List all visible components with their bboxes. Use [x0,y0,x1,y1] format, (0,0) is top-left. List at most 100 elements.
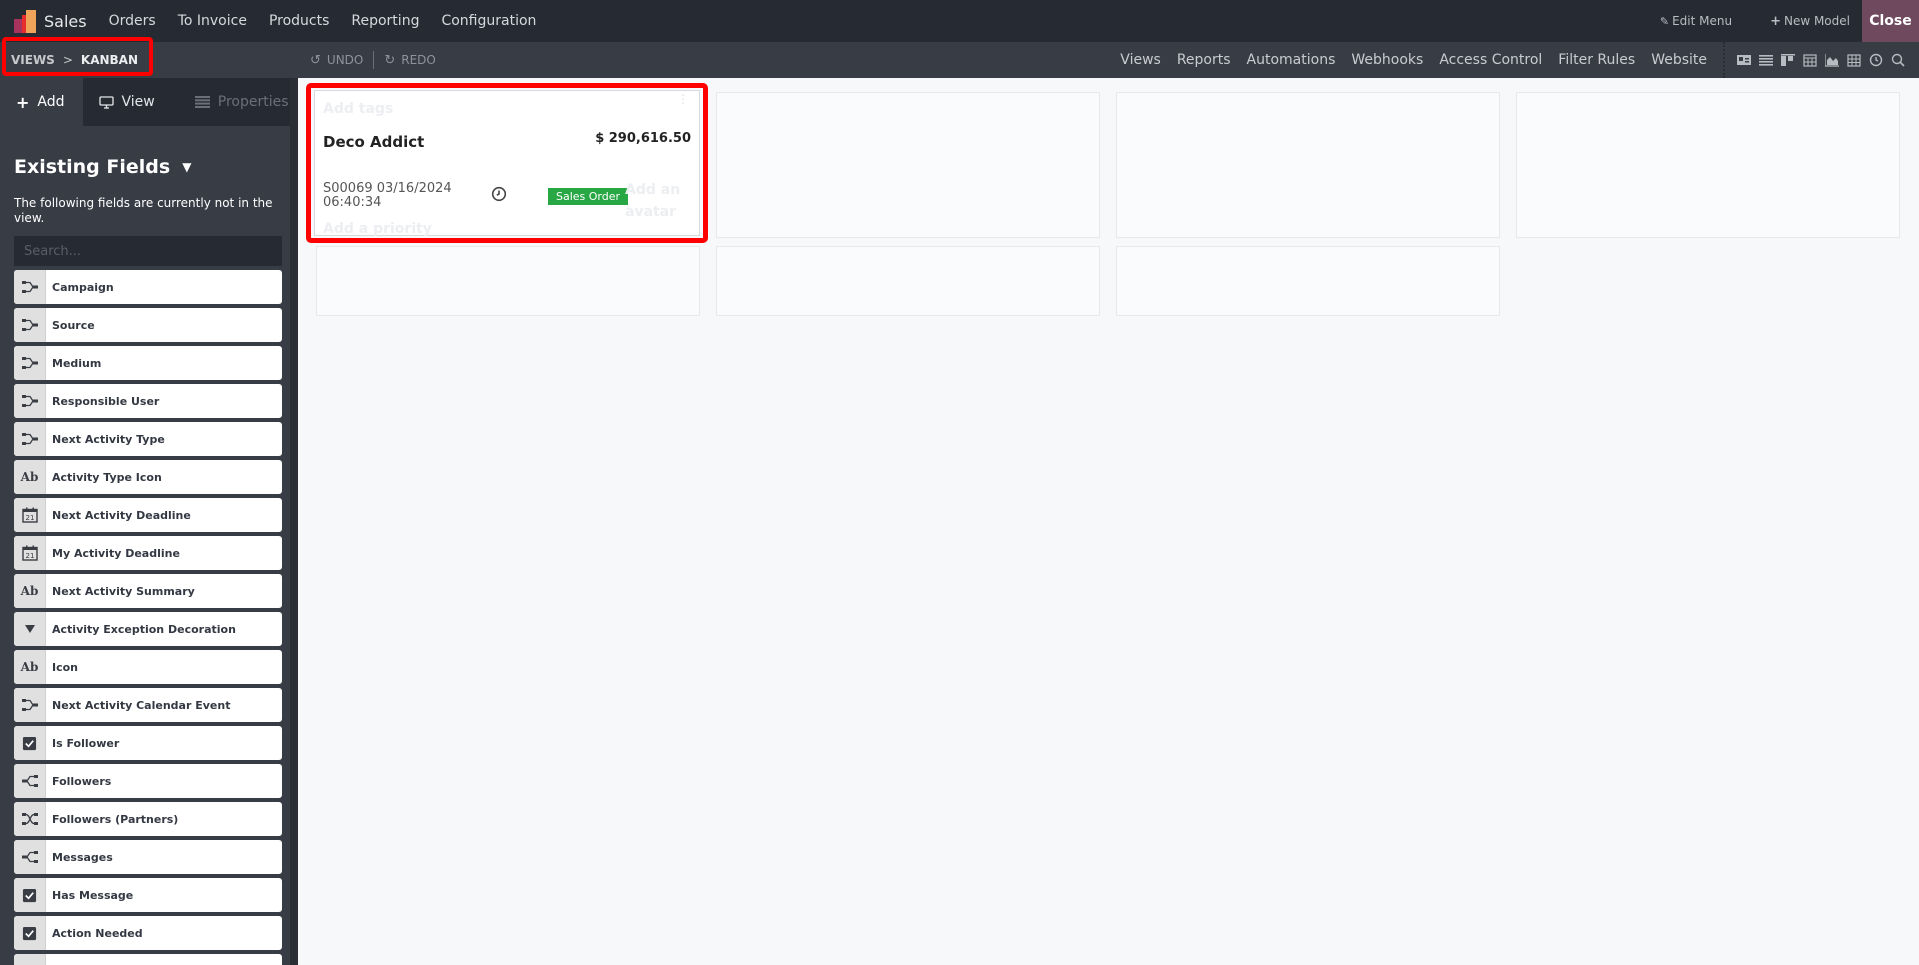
pivot-view-icon[interactable] [1843,50,1865,70]
existing-fields-toggle[interactable]: Existing Fields ▼ [14,156,191,178]
checkbox-icon [14,916,46,950]
field-label: Icon [52,660,79,674]
pencil-icon: ✎ [1659,14,1670,28]
tags-placeholder[interactable]: Add tags [323,101,393,117]
tab-view-label: View [121,94,155,110]
field-label: Has Message [52,888,134,902]
app-brand[interactable]: Sales [0,0,109,42]
link-webhooks[interactable]: Webhooks [1351,52,1423,68]
tab-add[interactable]: + Add [0,78,83,126]
field-label: Is Follower [52,736,120,750]
breadcrumb: VIEWS > KANBAN [0,42,300,78]
top-right-actions: ✎ Edit Menu + New Model Close [1660,0,1919,42]
menu-reporting[interactable]: Reporting [351,13,419,29]
field-item[interactable]: Campaign [14,270,282,304]
field-item[interactable]: Activity Exception Decoration [14,612,282,646]
new-model-label: New Model [1783,14,1850,28]
field-label: Next Activity Deadline [52,508,191,522]
section-description: The following fields are currently not i… [14,196,273,225]
field-search-input[interactable] [14,236,282,266]
field-item[interactable]: Messages [14,840,282,874]
tab-properties[interactable]: Properties [173,78,298,126]
checkbox-icon [14,726,46,760]
kanban-view-icon[interactable] [1777,50,1799,70]
search-view-icon[interactable] [1887,50,1909,70]
field-item[interactable]: Source [14,308,282,342]
field-item[interactable]: Next Activity Calendar Event [14,688,282,722]
field-item[interactable]: Ab Icon [14,650,282,684]
menu-products[interactable]: Products [269,13,329,29]
field-item[interactable]: Followers (Partners) [14,802,282,836]
tab-view[interactable]: View [83,78,173,126]
activity-view-icon[interactable] [1865,50,1887,70]
kanban-card-placeholder [716,246,1100,316]
undo-label: UNDO [326,53,364,67]
text-field-icon: Ab [14,460,46,494]
field-label: Next Activity Summary [52,584,195,598]
form-view-icon[interactable] [1733,50,1755,70]
field-label: Messages [52,850,113,864]
studio-toolbar: VIEWS > KANBAN ↺ UNDO ↻ REDO Views Repor… [0,42,1919,78]
field-item[interactable]: Ab Activity Type Icon [14,460,282,494]
text-field-icon: Ab [14,574,46,608]
field-label: Next Activity Calendar Event [52,698,231,712]
menu-to-invoice[interactable]: To Invoice [178,13,247,29]
menu-orders[interactable]: Orders [109,13,156,29]
field-item[interactable]: Followers [14,764,282,798]
sidebar-scrollbar[interactable] [290,78,298,965]
kanban-card-placeholder [1116,246,1500,316]
field-item[interactable]: Medium [14,346,282,380]
redo-button[interactable]: ↻ REDO [384,53,436,68]
breadcrumb-views[interactable]: VIEWS [11,53,55,67]
list-view-icon[interactable] [1755,50,1777,70]
new-model-button[interactable]: + New Model [1770,14,1850,29]
tab-add-label: Add [37,94,65,110]
sales-app-icon [14,9,36,33]
selection-icon [14,612,46,646]
checkbox-icon [14,878,46,912]
field-item[interactable]: 21 My Activity Deadline [14,536,282,570]
calendar-view-icon[interactable] [1799,50,1821,70]
edit-menu-button[interactable]: ✎ Edit Menu [1660,14,1732,28]
one2many-icon [14,840,46,874]
field-label: Source [52,318,95,332]
properties-icon [194,96,210,108]
link-automations[interactable]: Automations [1247,52,1336,68]
field-item[interactable]: Next Activity Type [14,422,282,456]
one2many-icon [14,764,46,798]
field-item[interactable]: Is Follower [14,726,282,760]
card-menu-icon[interactable]: ⋮ [677,93,689,105]
many2many-icon [14,802,46,836]
field-item[interactable]: Has Message [14,878,282,912]
clock-icon[interactable] [491,186,507,202]
kanban-card-placeholder [1516,92,1900,238]
avatar-placeholder[interactable]: Add an avatar [625,179,681,223]
graph-view-icon[interactable] [1821,50,1843,70]
plus-icon: + [16,92,30,112]
undo-button[interactable]: ↺ UNDO [310,53,363,68]
field-item[interactable]: Responsible User [14,384,282,418]
many2one-icon [14,688,46,722]
section-title: Existing Fields [14,156,171,178]
field-label: Medium [52,356,102,370]
field-item[interactable]: 21 Next Activity Deadline [14,498,282,532]
plus-icon: + [1770,13,1781,29]
close-button[interactable]: Close [1862,0,1919,42]
link-filter-rules[interactable]: Filter Rules [1558,52,1635,68]
undo-redo-group: ↺ UNDO ↻ REDO [310,42,436,78]
link-website[interactable]: Website [1651,52,1707,68]
many2one-icon [14,308,46,342]
link-access-control[interactable]: Access Control [1439,52,1542,68]
priority-placeholder[interactable]: Add a priority [323,221,432,237]
field-item-partial[interactable] [14,954,282,965]
link-reports[interactable]: Reports [1177,52,1231,68]
many2one-icon [14,346,46,380]
field-item[interactable]: Action Needed [14,916,282,950]
many2one-icon [14,422,46,456]
menu-configuration[interactable]: Configuration [441,13,536,29]
studio-sidebar: + Add View Properties Existing Fields ▼ … [0,78,298,965]
kanban-card[interactable]: Add tags ⋮ Deco Addict $ 290,616.50 S000… [314,90,700,237]
studio-links: Views Reports Automations Webhooks Acces… [1120,42,1919,78]
link-views[interactable]: Views [1120,52,1161,68]
field-item[interactable]: Ab Next Activity Summary [14,574,282,608]
